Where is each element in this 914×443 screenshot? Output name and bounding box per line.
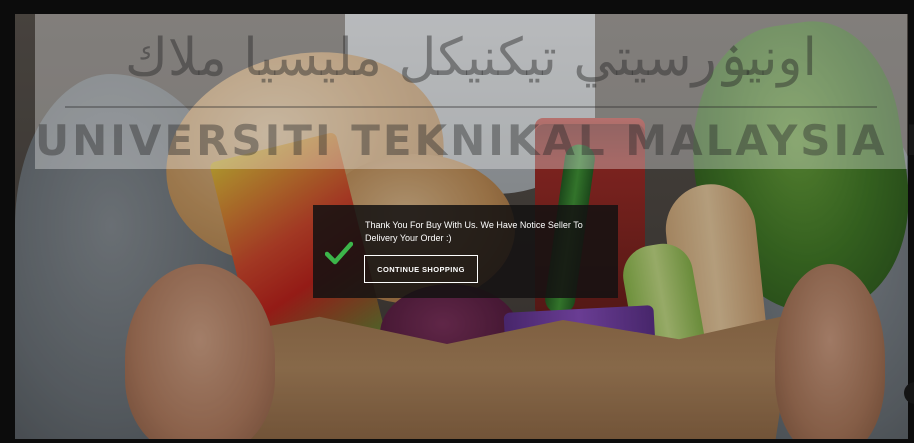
confirmation-message: Thank You For Buy With Us. We Have Notic… [365,220,583,243]
continue-shopping-button[interactable]: CONTINUE SHOPPING [364,255,478,283]
page-frame: اونيۏرسيتي تيكنيكل مليسيا ملاك UNIVERSIT… [0,0,914,443]
watermark: اونيۏرسيتي تيكنيكل مليسيا ملاك UNIVERSIT… [35,14,914,169]
watermark-arabic: اونيۏرسيتي تيكنيكل مليسيا ملاك [125,28,817,88]
watermark-latin: UNIVERSITI TEKNIKAL MALAYSIA MELAKA [35,116,914,165]
order-confirmation-modal: Thank You For Buy With Us. We Have Notic… [313,205,618,298]
watermark-rule [65,106,877,108]
checkmark-icon [325,241,353,265]
